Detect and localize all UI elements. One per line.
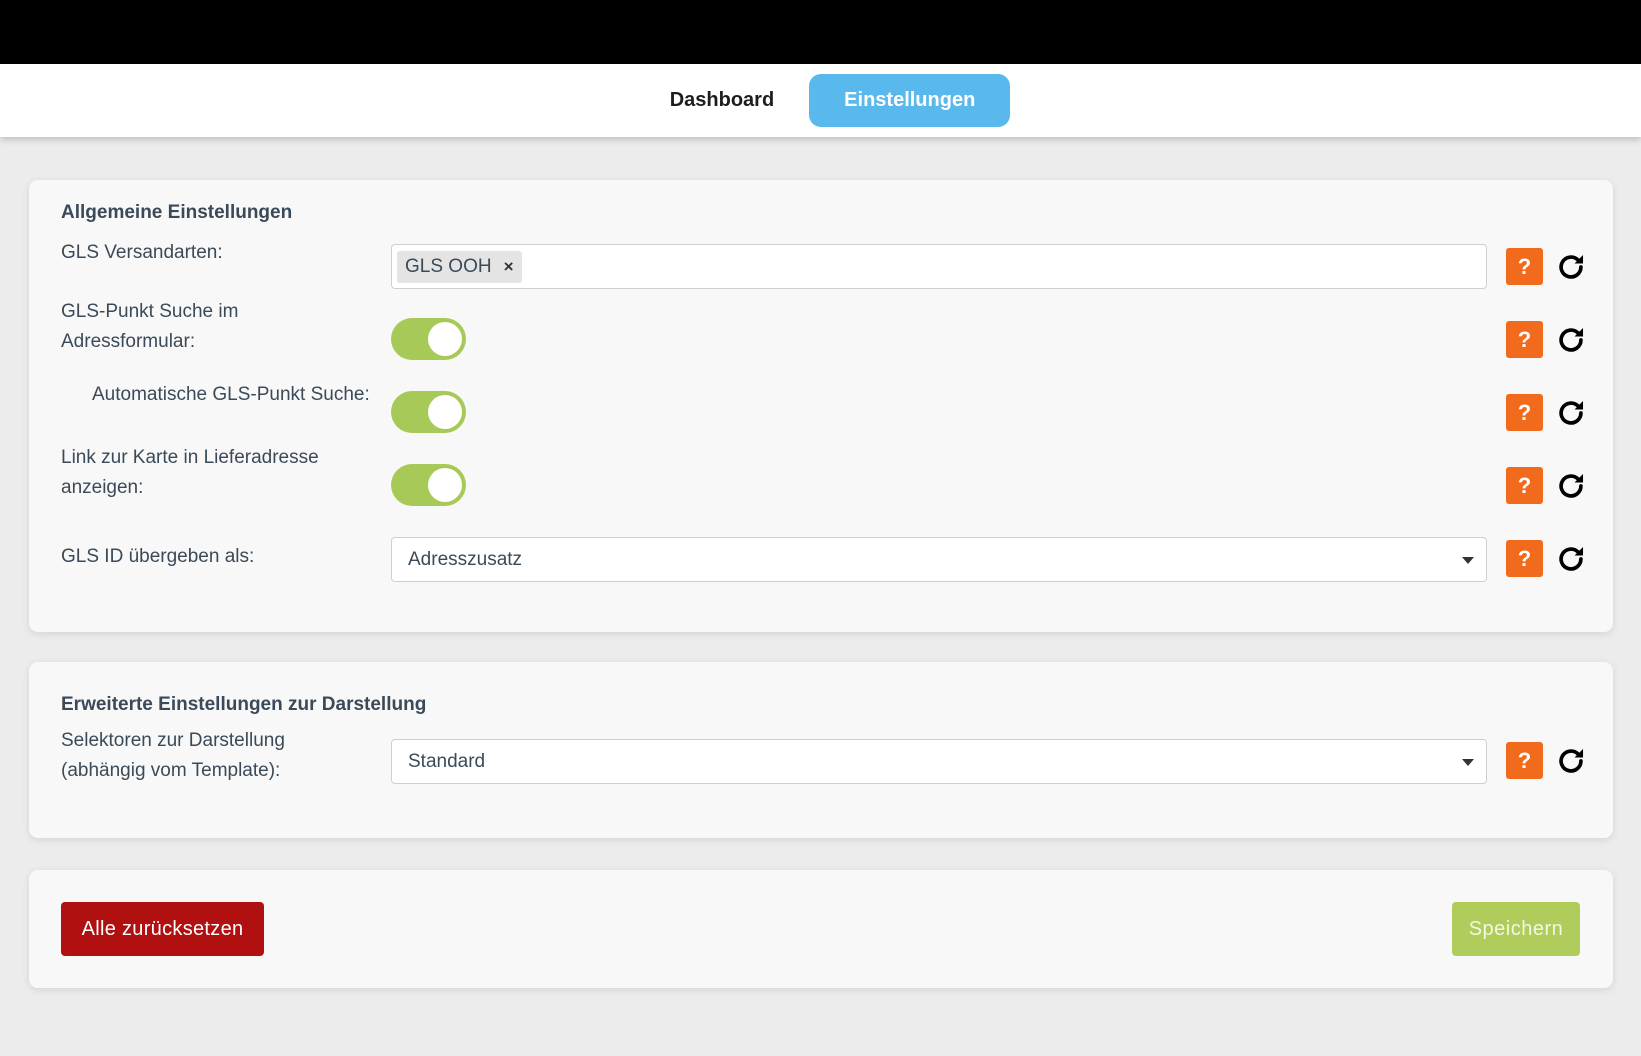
map-link-label: Link zur Karte in Lieferadresse anzeigen… <box>61 447 319 498</box>
help-icon[interactable]: ? <box>1506 742 1543 779</box>
reset-icon[interactable] <box>1554 469 1588 503</box>
general-settings-title: Allgemeine Einstellungen <box>61 202 293 223</box>
shipping-methods-label: GLS Versandarten: <box>61 242 223 263</box>
map-link-toggle[interactable] <box>391 464 466 506</box>
tab-dashboard[interactable]: Dashboard <box>635 74 809 127</box>
selectors-select[interactable]: Standard <box>391 739 1487 784</box>
help-icon[interactable]: ? <box>1506 540 1543 577</box>
parcelshop-search-toggle[interactable] <box>391 318 466 360</box>
nav-tabs: Dashboard Einstellungen <box>635 74 1011 127</box>
tab-einstellungen[interactable]: Einstellungen <box>809 74 1011 127</box>
actions-card: Alle zurücksetzen Speichern <box>29 870 1613 988</box>
reset-icon[interactable] <box>1554 744 1588 778</box>
shipping-methods-multiselect[interactable]: GLS OOH × <box>391 244 1487 289</box>
gls-id-label: GLS ID übergeben als: <box>61 546 255 567</box>
help-icon[interactable]: ? <box>1506 394 1543 431</box>
main-navigation: Dashboard Einstellungen <box>0 64 1641 137</box>
chevron-down-icon <box>1462 759 1474 766</box>
help-icon[interactable]: ? <box>1506 248 1543 285</box>
reset-icon[interactable] <box>1554 396 1588 430</box>
remove-tag-icon[interactable]: × <box>504 257 514 277</box>
display-settings-title: Erweiterte Einstellungen zur Darstellung <box>61 694 427 715</box>
gls-id-select[interactable]: Adresszusatz <box>391 537 1487 582</box>
gls-id-selected-value: Adresszusatz <box>408 549 523 570</box>
selectors-label: Selektoren zur Darstellung (abhängig vom… <box>61 730 285 781</box>
display-settings-card: Erweiterte Einstellungen zur Darstellung… <box>29 662 1613 838</box>
parcelshop-search-label: GLS-Punkt Suche im Adressformular: <box>61 301 239 352</box>
top-bar <box>0 0 1641 64</box>
reset-icon[interactable] <box>1554 250 1588 284</box>
shipping-method-tag: GLS OOH × <box>397 251 522 283</box>
reset-icon[interactable] <box>1554 542 1588 576</box>
save-button[interactable]: Speichern <box>1452 902 1580 956</box>
selectors-selected-value: Standard <box>408 751 486 772</box>
toggle-knob <box>428 395 462 429</box>
auto-parcelshop-search-toggle[interactable] <box>391 391 466 433</box>
reset-all-button[interactable]: Alle zurücksetzen <box>61 902 264 956</box>
toggle-knob <box>428 322 462 356</box>
chevron-down-icon <box>1462 557 1474 564</box>
help-icon[interactable]: ? <box>1506 467 1543 504</box>
help-icon[interactable]: ? <box>1506 321 1543 358</box>
toggle-knob <box>428 468 462 502</box>
auto-parcelshop-search-label: Automatische GLS-Punkt Suche: <box>92 384 370 405</box>
general-settings-card: Allgemeine Einstellungen GLS Versandarte… <box>29 180 1613 632</box>
shipping-method-tag-label: GLS OOH <box>405 256 492 277</box>
reset-icon[interactable] <box>1554 323 1588 357</box>
